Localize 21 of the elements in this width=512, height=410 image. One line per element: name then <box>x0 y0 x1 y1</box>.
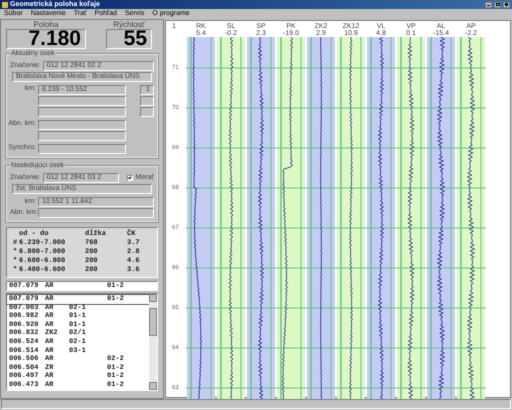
close-icon[interactable] <box>503 2 510 8</box>
scrollbar[interactable] <box>149 294 157 390</box>
scroll-thumb[interactable] <box>149 308 157 336</box>
app-icon <box>2 2 8 8</box>
speed-display: 55 <box>106 29 152 49</box>
abn-km-field[interactable] <box>38 131 126 141</box>
km-field[interactable] <box>38 96 126 106</box>
maximize-icon[interactable] <box>494 2 501 8</box>
position-display: 7.180 <box>6 29 86 49</box>
field-label: Rýchlosť <box>113 21 145 29</box>
abn-km-field[interactable] <box>38 120 126 130</box>
abn-km-field[interactable] <box>38 208 154 218</box>
measure-checkbox[interactable] <box>127 175 134 181</box>
km-field[interactable] <box>38 107 126 117</box>
side-field[interactable] <box>140 96 154 106</box>
side-field[interactable] <box>140 107 154 117</box>
scroll-down-icon[interactable] <box>149 382 157 390</box>
synchro-field[interactable] <box>38 144 126 154</box>
field-label: Poloha <box>34 21 58 29</box>
minimize-icon[interactable] <box>485 2 492 8</box>
scroll-up-icon[interactable] <box>149 294 157 302</box>
